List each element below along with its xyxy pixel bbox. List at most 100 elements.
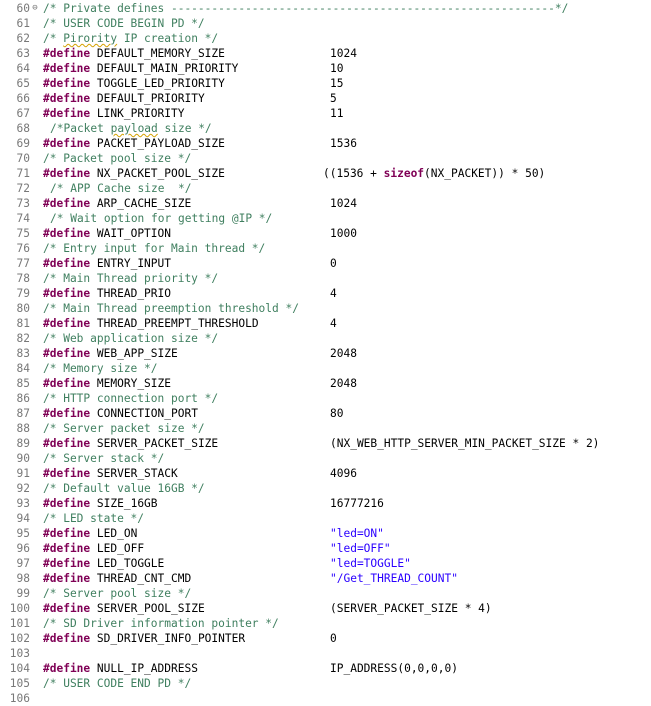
macro-value: 4096: [330, 466, 357, 481]
macro-name: SERVER_STACK: [96, 467, 178, 480]
code-line[interactable]: 85 #define MEMORY_SIZE 2048: [0, 376, 651, 391]
define-directive: #define LED_OFF: [43, 541, 144, 556]
line-number: 87: [16, 407, 30, 420]
macro-value: ((1536 + sizeof(NX_PACKET)) * 50): [323, 166, 545, 181]
define-keyword: #define: [43, 227, 91, 240]
code-line[interactable]: 75 #define WAIT_OPTION 1000: [0, 226, 651, 241]
code-line[interactable]: 72 /* APP Cache size */: [0, 181, 651, 196]
define-directive: #define LED_TOGGLE: [43, 556, 164, 571]
macro-value: 4: [330, 286, 337, 301]
code-line[interactable]: 80 /* Main Thread preemption threshold */: [0, 301, 651, 316]
string-literal: "led=TOGGLE": [330, 557, 411, 570]
code-line[interactable]: 62 /* Pirority IP creation */: [0, 31, 651, 46]
code-line[interactable]: 106: [0, 691, 651, 706]
code-line[interactable]: 91 #define SERVER_STACK 4096: [0, 466, 651, 481]
code-line[interactable]: 73 #define ARP_CACHE_SIZE 1024: [0, 196, 651, 211]
fold-toggle-icon[interactable]: ⊖: [30, 1, 40, 16]
value-text: ((1536 +: [323, 167, 384, 180]
code-line[interactable]: 71 #define NX_PACKET_POOL_SIZE ((1536 + si…: [0, 166, 651, 181]
code-comment: /* Private defines ---------------------…: [43, 1, 568, 16]
code-comment: /* Wait option for getting @IP */: [50, 211, 272, 226]
define-keyword: #define: [43, 197, 91, 210]
code-line[interactable]: 63 #define DEFAULT_MEMORY_SIZE 1024: [0, 46, 651, 61]
macro-name: THREAD_PREEMPT_THRESHOLD: [96, 317, 259, 330]
value-text: 5: [330, 92, 337, 105]
code-line[interactable]: 77 #define ENTRY_INPUT 0: [0, 256, 651, 271]
line-number: 72: [16, 182, 30, 195]
macro-value: 2048: [330, 376, 357, 391]
define-keyword: #define: [43, 377, 91, 390]
line-number: 63: [16, 47, 30, 60]
comment-text: /* LED state */: [43, 512, 145, 525]
line-number: 100: [9, 602, 30, 615]
code-line[interactable]: 79 #define THREAD_PRIO 4: [0, 286, 651, 301]
code-line[interactable]: 61 /* USER CODE BEGIN PD */: [0, 16, 651, 31]
code-line[interactable]: 99 /* Server pool size */: [0, 586, 651, 601]
code-line[interactable]: 105 /* USER CODE END PD */: [0, 676, 651, 691]
code-line[interactable]: 66 #define DEFAULT_PRIORITY 5: [0, 91, 651, 106]
code-line[interactable]: 83 #define WEB_APP_SIZE 2048: [0, 346, 651, 361]
line-number: 90: [16, 452, 30, 465]
code-line[interactable]: 84 /* Memory size */: [0, 361, 651, 376]
code-line[interactable]: 81 #define THREAD_PREEMPT_THRESHOLD 4: [0, 316, 651, 331]
define-directive: #define MEMORY_SIZE: [43, 376, 171, 391]
line-number: 94: [16, 512, 30, 525]
code-line[interactable]: 90 /* Server stack */: [0, 451, 651, 466]
line-number: 65: [16, 77, 30, 90]
macro-value: (NX_WEB_HTTP_SERVER_MIN_PACKET_SIZE * 2): [330, 436, 599, 451]
macro-name: WAIT_OPTION: [96, 227, 171, 240]
value-text: 2048: [330, 347, 357, 360]
code-line[interactable]: 103: [0, 646, 651, 661]
code-line[interactable]: 98 #define THREAD_CNT_CMD "/Get_THREAD_COU…: [0, 571, 651, 586]
macro-name: DEFAULT_MEMORY_SIZE: [96, 47, 225, 60]
code-line[interactable]: 94 /* LED state */: [0, 511, 651, 526]
code-line[interactable]: 67 #define LINK_PRIORITY 11: [0, 106, 651, 121]
code-line[interactable]: 96 #define LED_OFF "led=OFF": [0, 541, 651, 556]
line-number: 78: [16, 272, 30, 285]
code-line[interactable]: 101 /* SD Driver information pointer */: [0, 616, 651, 631]
macro-value: 1024: [330, 196, 357, 211]
line-number: 74: [16, 212, 30, 225]
code-line[interactable]: 89 #define SERVER_PACKET_SIZE (NX_WEB_HTTP…: [0, 436, 651, 451]
code-comment: /* HTTP connection port */: [43, 391, 218, 406]
code-line[interactable]: 78 /* Main Thread priority */: [0, 271, 651, 286]
define-directive: #define SERVER_PACKET_SIZE: [43, 436, 218, 451]
code-line[interactable]: 104 #define NULL_IP_ADDRESS IP_ADDRESS(0,0…: [0, 661, 651, 676]
line-number: 84: [16, 362, 30, 375]
macro-value: "/Get_THREAD_COUNT": [330, 571, 458, 586]
value-text: 80: [330, 407, 344, 420]
code-line[interactable]: 86 /* HTTP connection port */: [0, 391, 651, 406]
code-comment: /* Server stack */: [43, 451, 164, 466]
comment-text: IP creation */: [117, 32, 219, 45]
value-text: 1536: [330, 137, 357, 150]
code-line[interactable]: 92 /* Default value 16GB */: [0, 481, 651, 496]
code-line[interactable]: 93 #define SIZE_16GB 16777216: [0, 496, 651, 511]
code-line[interactable]: 69 #define PACKET_PAYLOAD_SIZE 1536: [0, 136, 651, 151]
code-comment: /* USER CODE END PD */: [43, 676, 191, 691]
define-directive: #define NULL_IP_ADDRESS: [43, 661, 198, 676]
code-line[interactable]: 100 #define SERVER_POOL_SIZE (SERVER_PACKE…: [0, 601, 651, 616]
macro-value: 0: [330, 256, 337, 271]
line-number: 73: [16, 197, 30, 210]
code-comment: /* Server pool size */: [43, 586, 191, 601]
code-line[interactable]: 76 /* Entry input for Main thread */: [0, 241, 651, 256]
code-line[interactable]: 87 #define CONNECTION_PORT 80: [0, 406, 651, 421]
code-line[interactable]: 68 /*Packet payload size */: [0, 121, 651, 136]
code-line[interactable]: 65 #define TOGGLE_LED_PRIORITY 15: [0, 76, 651, 91]
code-comment: /* Entry input for Main thread */: [43, 241, 265, 256]
code-editor[interactable]: 60 ⊖/* Private defines ------------------…: [0, 0, 651, 705]
code-line[interactable]: 95 #define LED_ON "led=ON": [0, 526, 651, 541]
code-line[interactable]: 88 /* Server packet size */: [0, 421, 651, 436]
code-line[interactable]: 82 /* Web application size */: [0, 331, 651, 346]
code-line[interactable]: 60 ⊖/* Private defines ------------------…: [0, 1, 651, 16]
code-line[interactable]: 97 #define LED_TOGGLE "led=TOGGLE": [0, 556, 651, 571]
value-text: 0: [330, 632, 337, 645]
comment-text: /* Private defines ---------------------…: [43, 2, 569, 15]
code-line[interactable]: 74 /* Wait option for getting @IP */: [0, 211, 651, 226]
code-line[interactable]: 102 #define SD_DRIVER_INFO_POINTER 0: [0, 631, 651, 646]
code-line[interactable]: 64 #define DEFAULT_MAIN_PRIORITY 10: [0, 61, 651, 76]
comment-text: size */: [157, 122, 212, 135]
define-directive: #define WAIT_OPTION: [43, 226, 171, 241]
code-line[interactable]: 70 /* Packet pool size */: [0, 151, 651, 166]
macro-value: 1000: [330, 226, 357, 241]
